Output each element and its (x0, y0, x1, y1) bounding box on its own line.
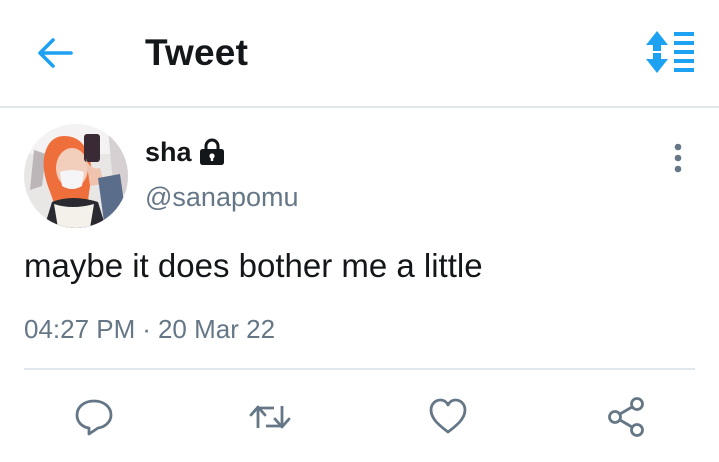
tweet-text: maybe it does bother me a little (24, 247, 483, 284)
avatar[interactable] (24, 124, 128, 228)
reply-button[interactable] (70, 393, 118, 441)
share-button[interactable] (603, 393, 651, 441)
more-options-button[interactable] (663, 140, 693, 180)
user-handle[interactable]: @sanapomu (145, 180, 299, 214)
arrow-left-icon (38, 38, 73, 68)
user-name[interactable]: sha (145, 135, 192, 169)
share-icon (608, 397, 644, 437)
user-name-row: sha (145, 135, 225, 169)
sort-button[interactable] (644, 30, 700, 74)
retweet-icon (249, 405, 291, 429)
top-bar: Tweet (0, 0, 719, 108)
tweet-time: 04:27 PM (24, 314, 136, 344)
meta-separator: · (142, 314, 151, 344)
heart-icon (429, 398, 467, 434)
retweet-button[interactable] (246, 393, 294, 441)
tweet-date: 20 Mar 22 (157, 314, 276, 344)
divider (24, 368, 695, 370)
sort-icon (646, 31, 694, 73)
lock-icon (199, 138, 224, 165)
like-button[interactable] (424, 393, 472, 441)
page-title: Tweet (145, 32, 249, 73)
tweet-timestamp: 04:27 PM · 20 Mar 22 (24, 312, 275, 346)
reply-icon (75, 399, 113, 436)
avatar-image (24, 124, 128, 228)
more-vertical-icon (674, 143, 682, 173)
back-button[interactable] (30, 30, 80, 76)
